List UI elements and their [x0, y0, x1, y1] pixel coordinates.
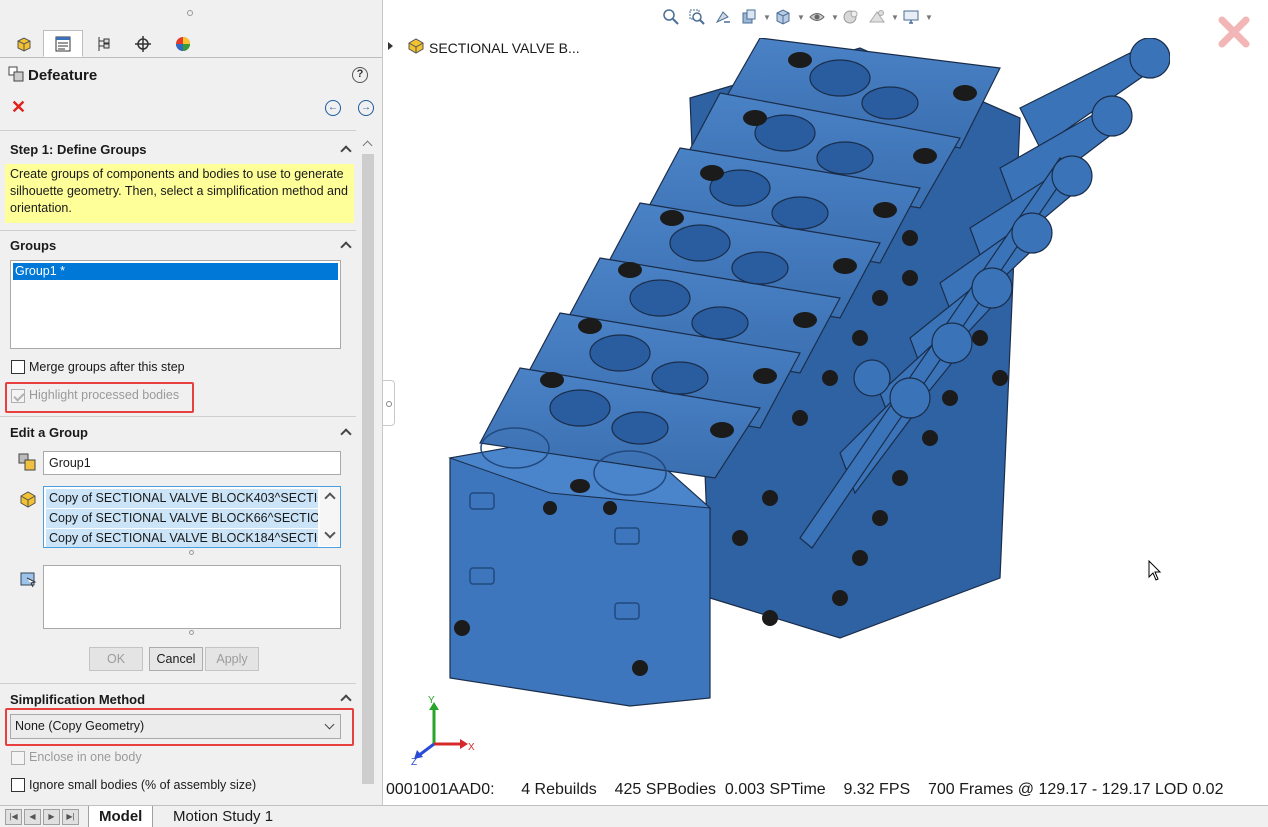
valve-block-model[interactable] [440, 38, 1170, 708]
previous-tab-button[interactable]: ◀ [24, 809, 41, 825]
close-icon[interactable] [1214, 12, 1254, 52]
display-manager-icon [176, 36, 190, 51]
help-icon[interactable]: ? [352, 67, 368, 83]
component-icon [20, 491, 36, 508]
collapse-panel-handle[interactable] [383, 380, 395, 426]
feature-manager-tab[interactable] [4, 30, 44, 57]
collapse-chevron-icon[interactable] [340, 239, 352, 251]
divider [0, 683, 356, 684]
bottom-tab-bar: |◀ ◀ ▶ ▶| Model Motion Study 1 [0, 805, 1268, 827]
groups-list[interactable]: Group1 * [10, 260, 341, 349]
property-manager-tab[interactable] [43, 30, 83, 57]
components-list[interactable]: Copy of SECTIONAL VALVE BLOCK403^SECTIC … [43, 486, 341, 548]
panel-splitter[interactable] [383, 0, 396, 805]
dropdown-caret-icon[interactable]: ▼ [763, 7, 771, 27]
list-item[interactable]: Copy of SECTIONAL VALVE BLOCK66^SECTION [46, 509, 318, 528]
panel-title: Defeature [28, 67, 98, 84]
faces-selection-icon [20, 572, 37, 588]
property-manager-icon [55, 36, 71, 51]
view-orientation-icon[interactable] [772, 7, 794, 27]
assembly-icon [408, 38, 424, 54]
ignore-small-bodies-checkbox[interactable] [11, 778, 25, 792]
group-name-field[interactable]: Group1 [43, 451, 341, 475]
mouse-cursor-icon [1148, 560, 1162, 581]
scrollbar-thumb[interactable] [362, 154, 374, 784]
next-arrow-icon[interactable]: → [358, 100, 374, 116]
performance-status-line: 0001001AAD0: 4 Rebuilds 425 SPBodies 0.0… [386, 781, 1224, 798]
triad-z-label: Z [411, 757, 417, 766]
chevron-down-icon [324, 719, 335, 730]
dimxpert-manager-tab[interactable] [123, 30, 163, 57]
scroll-up-icon[interactable] [324, 492, 336, 504]
feature-manager-icon [17, 36, 31, 52]
collapse-chevron-icon[interactable] [340, 692, 352, 704]
triad-x-label: X [468, 742, 475, 753]
scroll-down-icon[interactable] [324, 527, 336, 539]
tab-model[interactable]: Model [88, 806, 154, 827]
view-settings-icon[interactable] [900, 7, 922, 27]
last-tab-button[interactable]: ▶| [62, 809, 79, 825]
zoom-to-fit-icon[interactable] [660, 7, 682, 27]
ok-button[interactable]: OK [89, 647, 143, 671]
coordinate-triad: Y X Z [411, 695, 475, 766]
group-list-item[interactable]: Group1 * [13, 263, 338, 280]
step1-title: Step 1: Define Groups [10, 142, 147, 157]
cancel-button[interactable]: Cancel [149, 647, 203, 671]
panel-scrollbar[interactable] [358, 136, 378, 805]
display-manager-tab[interactable] [163, 30, 203, 57]
highlight-processed-label: Highlight processed bodies [29, 388, 180, 402]
property-manager-panel: Defeature ? ✕ ← → Step 1: Define Groups … [0, 0, 383, 805]
first-tab-button[interactable]: |◀ [5, 809, 22, 825]
step1-message: Create groups of components and bodies t… [5, 164, 354, 223]
expand-tree-arrow-icon[interactable] [388, 42, 393, 50]
edit-appearance-icon[interactable] [840, 7, 862, 27]
section-view-icon[interactable] [738, 7, 760, 27]
divider [0, 416, 356, 417]
tab-motion-study-1[interactable]: Motion Study 1 [163, 806, 283, 827]
apply-scene-icon[interactable] [866, 7, 888, 27]
defeature-icon [8, 66, 24, 82]
display-style-icon[interactable] [806, 7, 828, 27]
simplification-method-select[interactable]: None (Copy Geometry) [10, 714, 341, 739]
triad-y-label: Y [428, 695, 435, 706]
divider [0, 230, 356, 231]
selected-method: None (Copy Geometry) [15, 719, 145, 733]
panel-grip[interactable] [187, 10, 193, 16]
collapse-chevron-icon[interactable] [340, 143, 352, 155]
merge-groups-checkbox[interactable] [11, 360, 25, 374]
enclose-body-label: Enclose in one body [29, 750, 142, 764]
zoom-to-area-icon[interactable] [686, 7, 708, 27]
resize-handle[interactable] [189, 630, 194, 635]
group-name-icon [18, 453, 36, 471]
resize-handle[interactable] [189, 550, 194, 555]
next-tab-button[interactable]: ▶ [43, 809, 60, 825]
scroll-up-icon[interactable] [362, 140, 373, 151]
highlight-processed-checkbox[interactable] [11, 389, 25, 403]
divider [0, 130, 356, 131]
configuration-manager-icon [98, 36, 110, 51]
cancel-icon[interactable]: ✕ [11, 98, 26, 116]
dropdown-caret-icon[interactable]: ▼ [925, 7, 933, 27]
configuration-manager-tab[interactable] [83, 30, 123, 57]
dropdown-caret-icon[interactable]: ▼ [797, 7, 805, 27]
simplification-title: Simplification Method [10, 692, 146, 707]
faces-selection-list[interactable] [43, 565, 341, 629]
enclose-body-checkbox[interactable] [11, 751, 25, 765]
groups-title: Groups [10, 238, 57, 253]
merge-groups-label: Merge groups after this step [29, 360, 185, 374]
dropdown-caret-icon[interactable]: ▼ [831, 7, 839, 27]
list-item[interactable]: Copy of SECTIONAL VALVE BLOCK184^SECTIC [46, 529, 318, 547]
heads-up-toolbar: ▼ ▼ ▼ ▼ ▼ [660, 6, 934, 28]
list-item[interactable]: Copy of SECTIONAL VALVE BLOCK403^SECTIC [46, 489, 318, 508]
edit-group-title: Edit a Group [10, 425, 88, 440]
list-scrollbar[interactable] [320, 487, 340, 546]
previous-view-icon[interactable] [712, 7, 734, 27]
apply-button[interactable]: Apply [205, 647, 259, 671]
ignore-small-bodies-label: Ignore small bodies (% of assembly size) [29, 778, 257, 792]
dimxpert-icon [135, 35, 151, 52]
collapse-chevron-icon[interactable] [340, 426, 352, 438]
back-arrow-icon[interactable]: ← [325, 100, 341, 116]
dropdown-caret-icon[interactable]: ▼ [891, 7, 899, 27]
